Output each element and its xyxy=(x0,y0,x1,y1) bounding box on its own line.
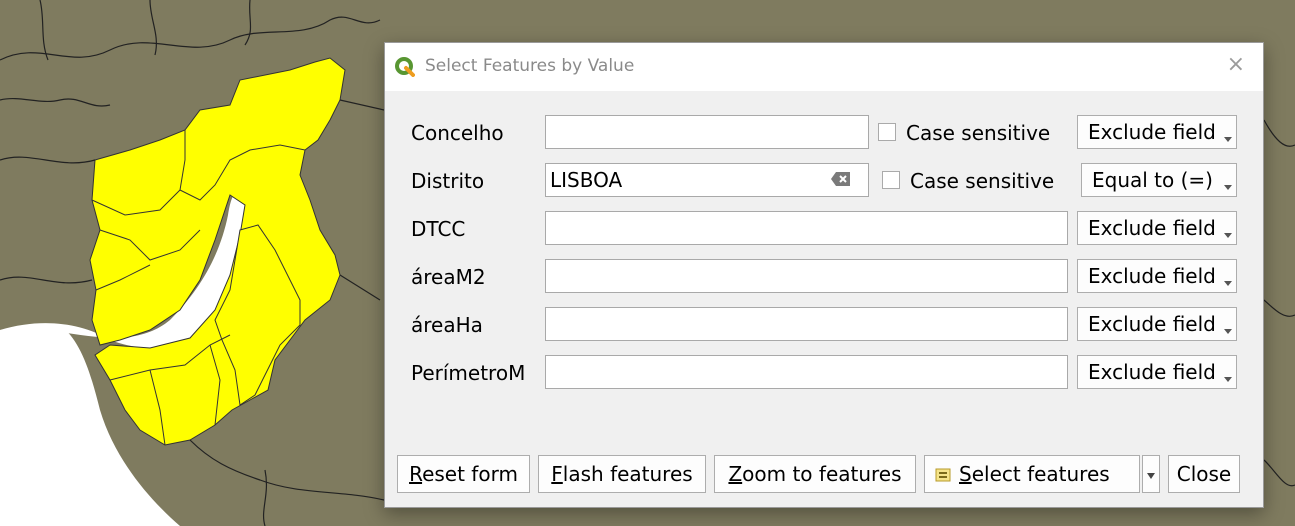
dropdown-arrow-icon xyxy=(1224,281,1232,286)
flash-mnemonic: F xyxy=(551,462,563,486)
flash-label: lash features xyxy=(562,462,693,486)
zoom-label: oom to features xyxy=(742,462,902,486)
flash-features-button[interactable]: Flash features xyxy=(538,455,706,493)
case-sensitive-checkbox[interactable] xyxy=(882,171,900,189)
dropdown-arrow-icon xyxy=(1224,185,1232,190)
select-features-dropdown-button[interactable] xyxy=(1142,455,1160,493)
field-row-perimetrom: PerímetroM Exclude field xyxy=(385,355,1263,391)
dropdown-arrow-icon xyxy=(1224,377,1232,382)
operator-value: Equal to (=) xyxy=(1092,168,1213,192)
reset-mnemonic: R xyxy=(409,462,423,486)
operator-value: Exclude field xyxy=(1088,360,1216,384)
field-row-concelho: Concelho Case sensitive Exclude field xyxy=(385,115,1263,151)
case-sensitive-checkbox[interactable] xyxy=(878,123,896,141)
case-sensitive-label: Case sensitive xyxy=(906,121,1051,145)
zoom-mnemonic: Z xyxy=(728,462,743,486)
operator-select[interactable]: Equal to (=) xyxy=(1081,163,1237,197)
concelho-input[interactable] xyxy=(545,115,869,149)
clear-text-icon[interactable] xyxy=(830,171,852,187)
field-label: Concelho xyxy=(411,121,504,145)
operator-value: Exclude field xyxy=(1088,120,1216,144)
reset-label: eset form xyxy=(422,462,518,486)
field-row-distrito: Distrito LISBOA Case sensitive Equal to … xyxy=(385,163,1263,199)
field-label: áreaM2 xyxy=(411,265,486,289)
operator-select[interactable]: Exclude field xyxy=(1077,259,1237,293)
field-label: PerímetroM xyxy=(411,361,526,385)
field-row-dtcc: DTCC Exclude field xyxy=(385,211,1263,247)
close-icon[interactable]: × xyxy=(1227,53,1245,77)
case-sensitive-label: Case sensitive xyxy=(910,169,1055,193)
zoom-to-features-button[interactable]: Zoom to features xyxy=(714,455,916,493)
aream2-input[interactable] xyxy=(545,259,1068,293)
dropdown-arrow-icon xyxy=(1224,329,1232,334)
field-label: áreaHa xyxy=(411,313,483,337)
distrito-input[interactable]: LISBOA xyxy=(545,163,869,197)
dropdown-arrow-icon xyxy=(1224,137,1232,142)
operator-value: Exclude field xyxy=(1088,264,1216,288)
dtcc-input[interactable] xyxy=(545,211,1068,245)
close-button[interactable]: Close xyxy=(1168,455,1240,493)
operator-select[interactable]: Exclude field xyxy=(1077,355,1237,389)
select-features-dialog: Select Features by Value × Concelho Case… xyxy=(384,42,1264,508)
operator-value: Exclude field xyxy=(1088,216,1216,240)
perimetrom-input[interactable] xyxy=(545,355,1068,389)
dialog-title: Select Features by Value xyxy=(425,56,635,76)
chevron-down-icon xyxy=(1147,472,1155,479)
operator-select[interactable]: Exclude field xyxy=(1077,211,1237,245)
operator-select[interactable]: Exclude field xyxy=(1077,307,1237,341)
operator-value: Exclude field xyxy=(1088,312,1216,336)
field-row-aream2: áreaM2 Exclude field xyxy=(385,259,1263,295)
areaha-input[interactable] xyxy=(545,307,1068,341)
reset-form-button[interactable]: Reset form xyxy=(397,455,530,493)
select-label: elect features xyxy=(971,462,1110,486)
field-label: Distrito xyxy=(411,169,485,193)
dropdown-arrow-icon xyxy=(1224,233,1232,238)
qgis-logo-icon xyxy=(395,57,415,77)
dialog-titlebar[interactable]: Select Features by Value × xyxy=(385,43,1263,91)
select-mnemonic: S xyxy=(959,462,972,486)
select-features-button[interactable]: Select features xyxy=(924,455,1140,493)
field-label: DTCC xyxy=(411,217,466,241)
operator-select[interactable]: Exclude field xyxy=(1077,115,1237,149)
select-features-icon xyxy=(935,468,951,482)
field-row-areaha: áreaHa Exclude field xyxy=(385,307,1263,343)
